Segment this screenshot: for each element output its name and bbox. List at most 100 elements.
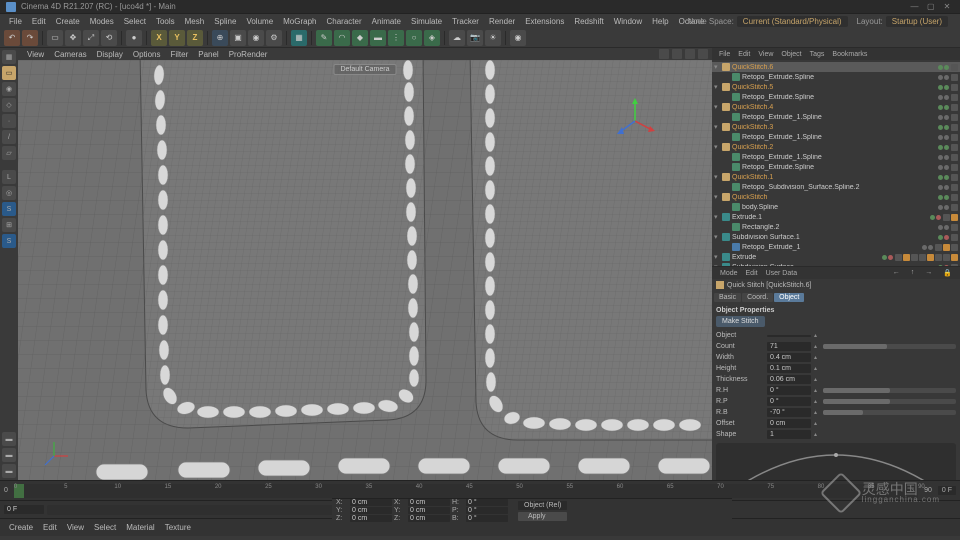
timeline-ruler[interactable]: 051015202530354045505560657075808590 (14, 484, 918, 498)
visibility-dots[interactable] (938, 65, 949, 70)
tree-row[interactable]: Retopo_Extrude_1 (712, 242, 960, 252)
tree-row[interactable]: ▾Subdivision Surface.1 (712, 232, 960, 242)
tree-row[interactable]: Retopo_Extrude_1.Spline (712, 152, 960, 162)
cube-primitive[interactable]: ▦ (291, 30, 307, 46)
tag-icons[interactable] (951, 234, 958, 241)
prop-value[interactable]: 0 ° (767, 386, 811, 395)
menu-create[interactable]: Create (51, 17, 85, 26)
spline-arc[interactable]: ◠ (334, 30, 350, 46)
coord-system[interactable]: ⊕ (212, 30, 228, 46)
tag-icons[interactable] (951, 204, 958, 211)
snap-toggle[interactable]: S (2, 202, 16, 216)
visibility-dots[interactable] (938, 225, 949, 230)
object-name[interactable]: Extrude.1 (732, 214, 930, 221)
expand-icon[interactable]: ▾ (714, 253, 722, 261)
viewport-solo[interactable]: ◎ (2, 186, 16, 200)
menu-extensions[interactable]: Extensions (520, 17, 569, 26)
rotate-tool[interactable]: ⟲ (101, 30, 117, 46)
poly-mode[interactable]: ▱ (2, 146, 16, 160)
menu-render[interactable]: Render (484, 17, 520, 26)
size-x[interactable]: 0 cm (408, 499, 450, 506)
size-y[interactable]: 0 cm (408, 507, 450, 514)
object-name[interactable]: Rectangle.2 (742, 224, 938, 231)
range-slider[interactable] (47, 505, 367, 515)
spinner-up[interactable]: ▴ (814, 387, 820, 394)
timeline[interactable]: 0 051015202530354045505560657075808590 9… (0, 480, 960, 500)
spinner-up[interactable]: ▴ (814, 376, 820, 383)
size-z[interactable]: 0 cm (408, 515, 450, 522)
objmenu-view[interactable]: View (754, 51, 777, 58)
expand-icon[interactable]: ▾ (714, 143, 722, 151)
prop-slider[interactable] (823, 399, 956, 404)
attr-mode[interactable]: Mode (716, 270, 742, 277)
tree-row[interactable]: ▾Extrude.1 (712, 212, 960, 222)
tag-icons[interactable] (943, 214, 958, 221)
expand-icon[interactable]: ▾ (714, 123, 722, 131)
attr-userdata[interactable]: User Data (762, 270, 802, 277)
menu-edit[interactable]: Edit (27, 17, 51, 26)
visibility-dots[interactable] (922, 245, 933, 250)
matmenu-create[interactable]: Create (4, 523, 38, 532)
edge-mode[interactable]: / (2, 130, 16, 144)
tag-icons[interactable] (951, 124, 958, 131)
generator-array[interactable]: ⋮ (388, 30, 404, 46)
generator-extrude[interactable]: ▬ (370, 30, 386, 46)
spinner-up[interactable]: ▴ (814, 398, 820, 405)
minimize-button[interactable]: — (908, 2, 922, 11)
visibility-dots[interactable] (938, 135, 949, 140)
tag-icons[interactable] (951, 74, 958, 81)
rot-h[interactable]: 0 ° (466, 499, 508, 506)
axis-y-toggle[interactable]: Y (169, 30, 185, 46)
visibility-dots[interactable] (938, 165, 949, 170)
menu-modes[interactable]: Modes (85, 17, 119, 26)
objmenu-bookmarks[interactable]: Bookmarks (828, 51, 871, 58)
undo-button[interactable]: ↶ (4, 30, 20, 46)
menu-redshift[interactable]: Redshift (569, 17, 608, 26)
coord-mode[interactable]: Object (Rel) (518, 501, 567, 510)
object-name[interactable]: QuickStitch.2 (732, 144, 938, 151)
zoom-icon[interactable] (672, 49, 682, 59)
prop-slider[interactable] (823, 410, 956, 415)
panel-a[interactable]: ▬ (2, 432, 16, 446)
field[interactable]: ○ (406, 30, 422, 46)
tree-row[interactable]: Retopo_Extrude.Spline (712, 92, 960, 102)
tree-row[interactable]: Rectangle.2 (712, 222, 960, 232)
menu-mograph[interactable]: MoGraph (278, 17, 321, 26)
axis-gizmo[interactable] (610, 96, 660, 146)
tag-icons[interactable] (951, 224, 958, 231)
menu-mesh[interactable]: Mesh (180, 17, 210, 26)
visibility-dots[interactable] (938, 115, 949, 120)
tree-row[interactable]: ▾ QuickStitch.3 (712, 122, 960, 132)
pos-y[interactable]: 0 cm (350, 507, 392, 514)
object-name[interactable]: Retopo_Extrude.Spline (742, 94, 938, 101)
menu-character[interactable]: Character (322, 17, 367, 26)
visibility-dots[interactable] (938, 175, 949, 180)
visibility-dots[interactable] (938, 235, 949, 240)
expand-icon[interactable]: ▾ (714, 83, 722, 91)
close-button[interactable]: ✕ (940, 2, 954, 11)
axis-x-toggle[interactable]: X (151, 30, 167, 46)
matmenu-view[interactable]: View (62, 523, 89, 532)
object-name[interactable]: Retopo_Subdivision_Surface.Spline.2 (742, 184, 938, 191)
menu-animate[interactable]: Animate (367, 17, 406, 26)
objmenu-file[interactable]: File (715, 51, 734, 58)
octane-icon[interactable]: ◉ (510, 30, 526, 46)
expand-icon[interactable]: ▾ (714, 103, 722, 111)
axis-z-toggle[interactable]: Z (187, 30, 203, 46)
vpmenu-options[interactable]: Options (128, 50, 166, 59)
object-name[interactable]: QuickStitch.1 (732, 174, 938, 181)
camera-label[interactable]: Default Camera (333, 64, 396, 75)
object-name[interactable]: QuickStitch.5 (732, 84, 938, 91)
tree-row[interactable]: ▾QuickStitch.4 (712, 102, 960, 112)
tree-row[interactable]: ▾QuickStitch.1 (712, 172, 960, 182)
object-name[interactable]: Retopo_Extrude_1.Spline (742, 154, 938, 161)
orbit-icon[interactable] (685, 49, 695, 59)
object-name[interactable]: Extrude (732, 254, 882, 261)
object-name[interactable]: QuickStitch.3 (732, 124, 938, 131)
prop-value[interactable]: 0.4 cm (767, 353, 811, 362)
tag-icons[interactable] (951, 94, 958, 101)
menu-window[interactable]: Window (609, 17, 647, 26)
snap-settings[interactable]: S (2, 234, 16, 248)
vpmenu-cameras[interactable]: Cameras (49, 50, 91, 59)
render-view[interactable]: ▣ (230, 30, 246, 46)
